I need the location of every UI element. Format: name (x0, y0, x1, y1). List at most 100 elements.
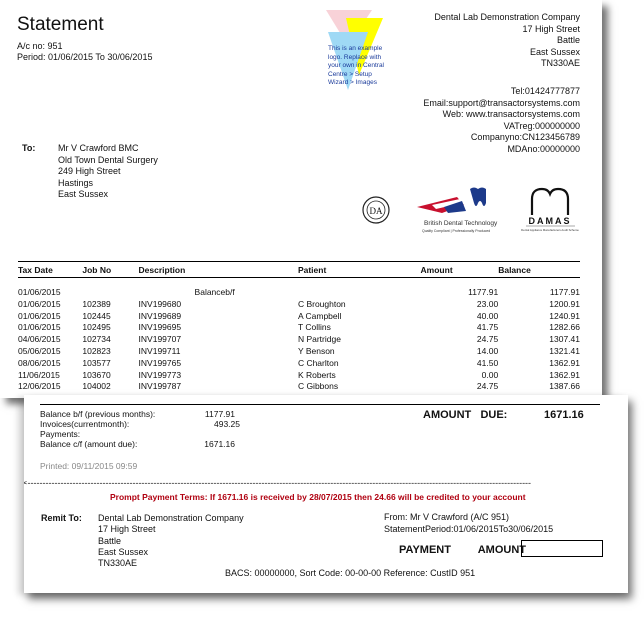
summary-value: 493.25 (214, 419, 240, 429)
to-address-line: 249 High Street (58, 166, 121, 176)
table-header-row: Tax Date Job No Description Patient Amou… (18, 261, 580, 278)
remit-to-label: Remit To: (41, 513, 82, 523)
table-row: 01/06/2015 102389 INV199680 C Broughton 23.0… (18, 299, 580, 311)
damas-icon: DAMAS Dental Appliance Manufacturers Aud… (521, 187, 579, 232)
cell-tax-date: 01/06/2015 (18, 310, 61, 321)
logo-text-line: Wizard > Images (328, 79, 377, 86)
cell-tax-date: 01/06/2015 (18, 287, 61, 297)
cell-tax-date: 01/06/2015 (18, 298, 61, 309)
table-row: 05/06/2015 102823 INV199711 Y Benson 14.00 13… (18, 346, 580, 358)
cell-amount: 14.00 (476, 345, 499, 356)
summary-row: Balance c/f (amount due): 1671.16 (40, 439, 240, 449)
cell-patient: Y Benson (297, 345, 335, 356)
logo-text-line: Centre > Setup (328, 70, 372, 78)
dashed-line: ----------------------------------------… (27, 478, 532, 488)
company-number: Companyno:CN123456789 (470, 132, 580, 142)
cell-patient (298, 287, 421, 299)
cell-balance: 1387.66 (549, 381, 580, 392)
printed-timestamp: Printed: 09/11/2015 09:59 (40, 461, 138, 471)
accreditation-badges: DA British Dental Technology Quality Com… (362, 187, 579, 233)
cell-tax-date: 08/06/2015 (18, 357, 61, 368)
cell-tax-date: 11/06/2015 (18, 369, 60, 380)
summary-row: Invoices(currentmonth): 493.25 (40, 419, 240, 429)
cell-job-no: 103577 (82, 357, 111, 368)
cell-balance: 1240.91 (549, 310, 580, 321)
transactions-table: Tax Date Job No Description Patient Amou… (18, 261, 580, 393)
cell-patient: A Campbell (297, 310, 342, 321)
cell-tax-date: 01/06/2015 (18, 322, 61, 333)
cell-patient: C Broughton (297, 298, 346, 309)
cell-amount: 24.75 (476, 381, 499, 392)
table-row: 01/06/2015 102495 INV199695 T Collins 41.75 1… (18, 322, 580, 334)
cell-patient: C Gibbons (297, 381, 339, 392)
summary-row: Balance b/f (previous months): 1177.91 (40, 409, 240, 419)
column-header-amount: Amount (420, 261, 499, 278)
svg-text:British Dental Technology: British Dental Technology (424, 220, 498, 227)
cell-job-no: 104002 (82, 381, 111, 392)
bacs-details: BACS: 00000000, Sort Code: 00-00-00 Refe… (225, 568, 476, 578)
cell-description: INV199695 (138, 322, 182, 333)
summary-value: 1177.91 (204, 409, 235, 419)
dla-seal-icon: DA (362, 196, 390, 224)
account-number: A/c no: 951 (17, 41, 63, 51)
remit-address-line: TN330AE (98, 558, 138, 569)
cell-description: INV199773 (138, 369, 182, 380)
company-address: Dental Lab Demonstration Company 17 High… (434, 12, 580, 70)
remittance-from: From: Mr V Crawford (A/C 951) StatementP… (384, 512, 553, 535)
remit-address-line: 17 High Street (98, 524, 156, 535)
company-tel: Tel:01424777877 (510, 86, 580, 96)
cell-job-no: 102734 (82, 334, 111, 345)
cell-balance: 1307.41 (549, 334, 580, 345)
cell-tax-date: 12/06/2015 (18, 381, 61, 392)
cell-patient: T Collins (297, 322, 331, 333)
statement-period: Period: 01/06/2015 To 30/06/2015 (17, 52, 153, 62)
logo-text-line: logo. Replace with (328, 53, 382, 61)
summary-label: Invoices(currentmonth): (40, 419, 130, 429)
to-address-line: Mr V Crawford BMC (58, 143, 139, 153)
cell-balance: 1321.41 (549, 345, 580, 356)
cell-description: INV199765 (138, 357, 182, 368)
summary-row: Payments: (40, 429, 240, 439)
svg-text:Quality Compliant | Profession: Quality Compliant | Professionally Produ… (422, 229, 490, 233)
table-row: 08/06/2015 103577 INV199765 C Charlton 41.50… (18, 358, 580, 370)
cell-amount: 0.00 (481, 369, 499, 380)
cell-balance: 1282.66 (549, 322, 580, 333)
cell-description: INV199787 (138, 381, 182, 392)
cell-description: INV199689 (138, 310, 182, 321)
cell-amount: 1177.91 (468, 287, 499, 297)
summary-value (180, 429, 235, 439)
remit-to-address: Dental Lab Demonstration Company 17 High… (98, 513, 244, 569)
cell-amount: 41.50 (476, 357, 499, 368)
company-mda: MDAno:00000000 (507, 143, 580, 154)
cell-amount: 40.00 (476, 310, 499, 321)
to-label: To: (22, 143, 36, 153)
cell-description: INV199711 (138, 345, 181, 356)
cell-balance: 1362.91 (549, 369, 580, 380)
prompt-payment-terms: Prompt Payment Terms: If 1671.16 is rece… (110, 492, 526, 502)
company-postcode: TN330AE (540, 58, 580, 68)
account-summary: Balance b/f (previous months): 1177.91 I… (40, 409, 240, 449)
cell-amount: 24.75 (476, 334, 499, 345)
cell-tax-date: 04/06/2015 (18, 334, 61, 345)
table-row: 12/06/2015 104002 INV199787 C Gibbons 24.75 1… (18, 381, 580, 393)
cut-line: ✂---------------------------------------… (24, 478, 604, 489)
british-dental-technology-icon: British Dental Technology Quality Compli… (417, 187, 498, 233)
payment-amount-box[interactable] (521, 540, 603, 557)
column-header-job-no: Job No (82, 261, 139, 278)
to-address-line: Hastings (58, 177, 94, 188)
logo-text-line: This is an example (328, 45, 383, 52)
cell-job-no: 103670 (82, 369, 111, 380)
logo-placeholder-text: This is an example logo. Replace with yo… (328, 45, 384, 88)
from-line: From: Mr V Crawford (A/C 951) (384, 512, 510, 522)
amount-due-label: AMOUNT DUE: (423, 409, 508, 421)
table-row: 01/06/2015 102445 INV199689 A Campbell 40.00… (18, 311, 580, 323)
table-row: 11/06/2015 103670 INV199773 K Roberts 0.00 13… (18, 370, 580, 382)
remit-address-line: Dental Lab Demonstration Company (98, 513, 244, 523)
logo-text-line: your own in Central (328, 62, 384, 69)
cell-tax-date: 05/06/2015 (18, 345, 61, 356)
column-header-tax-date: Tax Date (18, 261, 83, 278)
company-email: Email:support@transactorsystems.com (423, 97, 580, 108)
amount-due-value: 1671.16 (544, 409, 584, 421)
remittance-page: Balance b/f (previous months): 1177.91 I… (24, 395, 628, 593)
cell-description: Balanceb/f (194, 287, 235, 297)
